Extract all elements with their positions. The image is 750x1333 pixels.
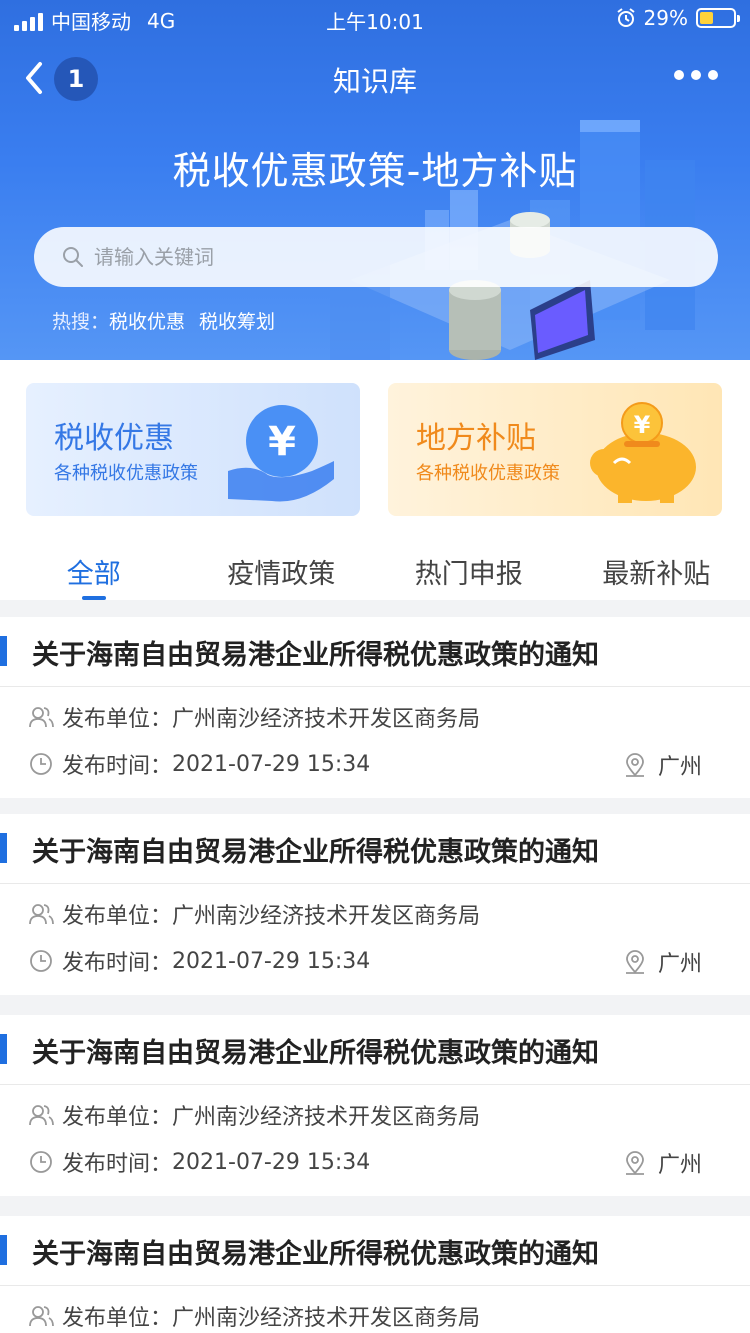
card-title: 地方补贴 <box>416 421 536 456</box>
tab-popular-declaration[interactable]: 热门申报 <box>375 534 563 600</box>
card-local-subsidy[interactable]: 地方补贴 各种税收优惠政策 ¥ <box>388 383 722 516</box>
time-row: 发布时间： 2021-07-29 15:34 <box>28 748 370 780</box>
clock-icon <box>30 753 52 775</box>
publisher-value: 广州南沙经济技术开发区商务局 <box>172 1306 481 1331</box>
clock-icon <box>30 1151 52 1173</box>
search-bar[interactable] <box>34 227 718 287</box>
list-item[interactable]: 关于海南自由贸易港企业所得税优惠政策的通知 发布单位： 广州南沙经济技术开发区商务… <box>0 617 750 798</box>
location-value: 广州 <box>657 952 702 977</box>
battery-percent: 29% <box>643 6 688 30</box>
location: 广州 <box>622 749 702 781</box>
publisher-row: 发布单位： 广州南沙经济技术开发区商务局 <box>28 1300 480 1332</box>
search-icon <box>63 247 83 267</box>
more-options-icon[interactable] <box>674 70 718 80</box>
search-input[interactable] <box>94 245 654 269</box>
article-title-row: 关于海南自由贸易港企业所得税优惠政策的通知 <box>0 617 750 687</box>
time-label: 发布时间： <box>62 754 173 779</box>
tab-latest-subsidy[interactable]: 最新补贴 <box>563 534 750 600</box>
status-bar: 中国移动 4G 上午10:01 29% <box>0 0 750 40</box>
hot-search-label: 热搜： <box>52 311 110 333</box>
time-row: 发布时间： 2021-07-29 15:34 <box>28 945 370 977</box>
article-title-row: 关于海南自由贸易港企业所得税优惠政策的通知 <box>0 1216 750 1286</box>
publisher-row: 发布单位： 广州南沙经济技术开发区商务局 <box>28 898 480 930</box>
category-tabs: 全部 疫情政策 热门申报 最新补贴 <box>0 534 750 600</box>
user-group-icon <box>29 707 54 728</box>
card-tax-benefits[interactable]: 税收优惠 各种税收优惠政策 ¥ <box>26 383 360 516</box>
publisher-label: 发布单位： <box>62 707 173 732</box>
location-pin-icon <box>625 950 644 974</box>
list-item[interactable]: 关于海南自由贸易港企业所得税优惠政策的通知 发布单位： 广州南沙经济技术开发区商务… <box>0 814 750 995</box>
article-title: 关于海南自由贸易港企业所得税优惠政策的通知 <box>32 640 599 671</box>
user-group-icon <box>29 1105 54 1126</box>
yuan-hand-icon: ¥ <box>228 405 334 502</box>
article-title: 关于海南自由贸易港企业所得税优惠政策的通知 <box>32 1038 599 1069</box>
publisher-value: 广州南沙经济技术开发区商务局 <box>172 707 481 732</box>
time-row: 发布时间： 2021-07-29 15:34 <box>28 1146 370 1178</box>
location-value: 广州 <box>657 755 702 780</box>
article-title-row: 关于海南自由贸易港企业所得税优惠政策的通知 <box>0 1015 750 1085</box>
category-cards: 税收优惠 各种税收优惠政策 ¥ 地方补贴 各种税收优惠政策 ¥ <box>0 360 750 534</box>
user-group-icon <box>29 1306 54 1327</box>
article-title: 关于海南自由贸易港企业所得税优惠政策的通知 <box>32 837 599 868</box>
time-value: 2021-07-29 15:34 <box>172 948 371 974</box>
location: 广州 <box>622 946 702 978</box>
battery-icon <box>696 8 740 28</box>
hot-keyword-tax-planning[interactable]: 税收筹划 <box>199 307 275 334</box>
hot-search: 热搜： 税收优惠 税收筹划 <box>52 307 275 334</box>
alarm-icon <box>616 8 635 27</box>
list-item[interactable]: 关于海南自由贸易港企业所得税优惠政策的通知 发布单位： 广州南沙经济技术开发区商务… <box>0 1216 750 1333</box>
publisher-label: 发布单位： <box>62 1306 173 1331</box>
svg-text:¥: ¥ <box>634 411 651 439</box>
hero-title: 税收优惠政策-地方补贴 <box>172 149 578 193</box>
page-title: 知识库 <box>332 65 417 98</box>
hot-keyword-tax-benefit[interactable]: 税收优惠 <box>109 307 185 334</box>
article-title-row: 关于海南自由贸易港企业所得税优惠政策的通知 <box>0 814 750 884</box>
clock-icon <box>30 950 52 972</box>
publisher-row: 发布单位： 广州南沙经济技术开发区商务局 <box>28 701 480 733</box>
publisher-row: 发布单位： 广州南沙经济技术开发区商务局 <box>28 1099 480 1131</box>
card-title: 税收优惠 <box>54 421 174 456</box>
location-pin-icon <box>625 1151 644 1175</box>
nav-bar: 1 知识库 <box>0 48 750 108</box>
piggy-bank-icon: ¥ <box>590 402 696 503</box>
location-pin-icon <box>625 753 644 777</box>
time-value: 2021-07-29 15:34 <box>172 751 371 777</box>
time-label: 发布时间： <box>62 1152 173 1177</box>
article-title: 关于海南自由贸易港企业所得税优惠政策的通知 <box>32 1239 599 1270</box>
location-value: 广州 <box>657 1153 702 1178</box>
list-item[interactable]: 关于海南自由贸易港企业所得税优惠政策的通知 发布单位： 广州南沙经济技术开发区商务… <box>0 1015 750 1196</box>
tab-epidemic-policy[interactable]: 疫情政策 <box>188 534 376 600</box>
time-value: 2021-07-29 15:34 <box>172 1149 371 1175</box>
publisher-label: 发布单位： <box>62 904 173 929</box>
location: 广州 <box>622 1147 702 1179</box>
card-subtitle: 各种税收优惠政策 <box>54 463 198 484</box>
header-banner: 中国移动 4G 上午10:01 29% 1 知识库 税收优惠政策-地方补贴 请输… <box>0 0 750 360</box>
card-subtitle: 各种税收优惠政策 <box>416 463 560 484</box>
tab-all[interactable]: 全部 <box>0 534 188 600</box>
publisher-value: 广州南沙经济技术开发区商务局 <box>172 1105 481 1130</box>
publisher-label: 发布单位： <box>62 1105 173 1130</box>
user-group-icon <box>29 904 54 925</box>
time-label: 发布时间： <box>62 951 173 976</box>
publisher-value: 广州南沙经济技术开发区商务局 <box>172 904 481 929</box>
svg-text:¥: ¥ <box>268 419 296 465</box>
